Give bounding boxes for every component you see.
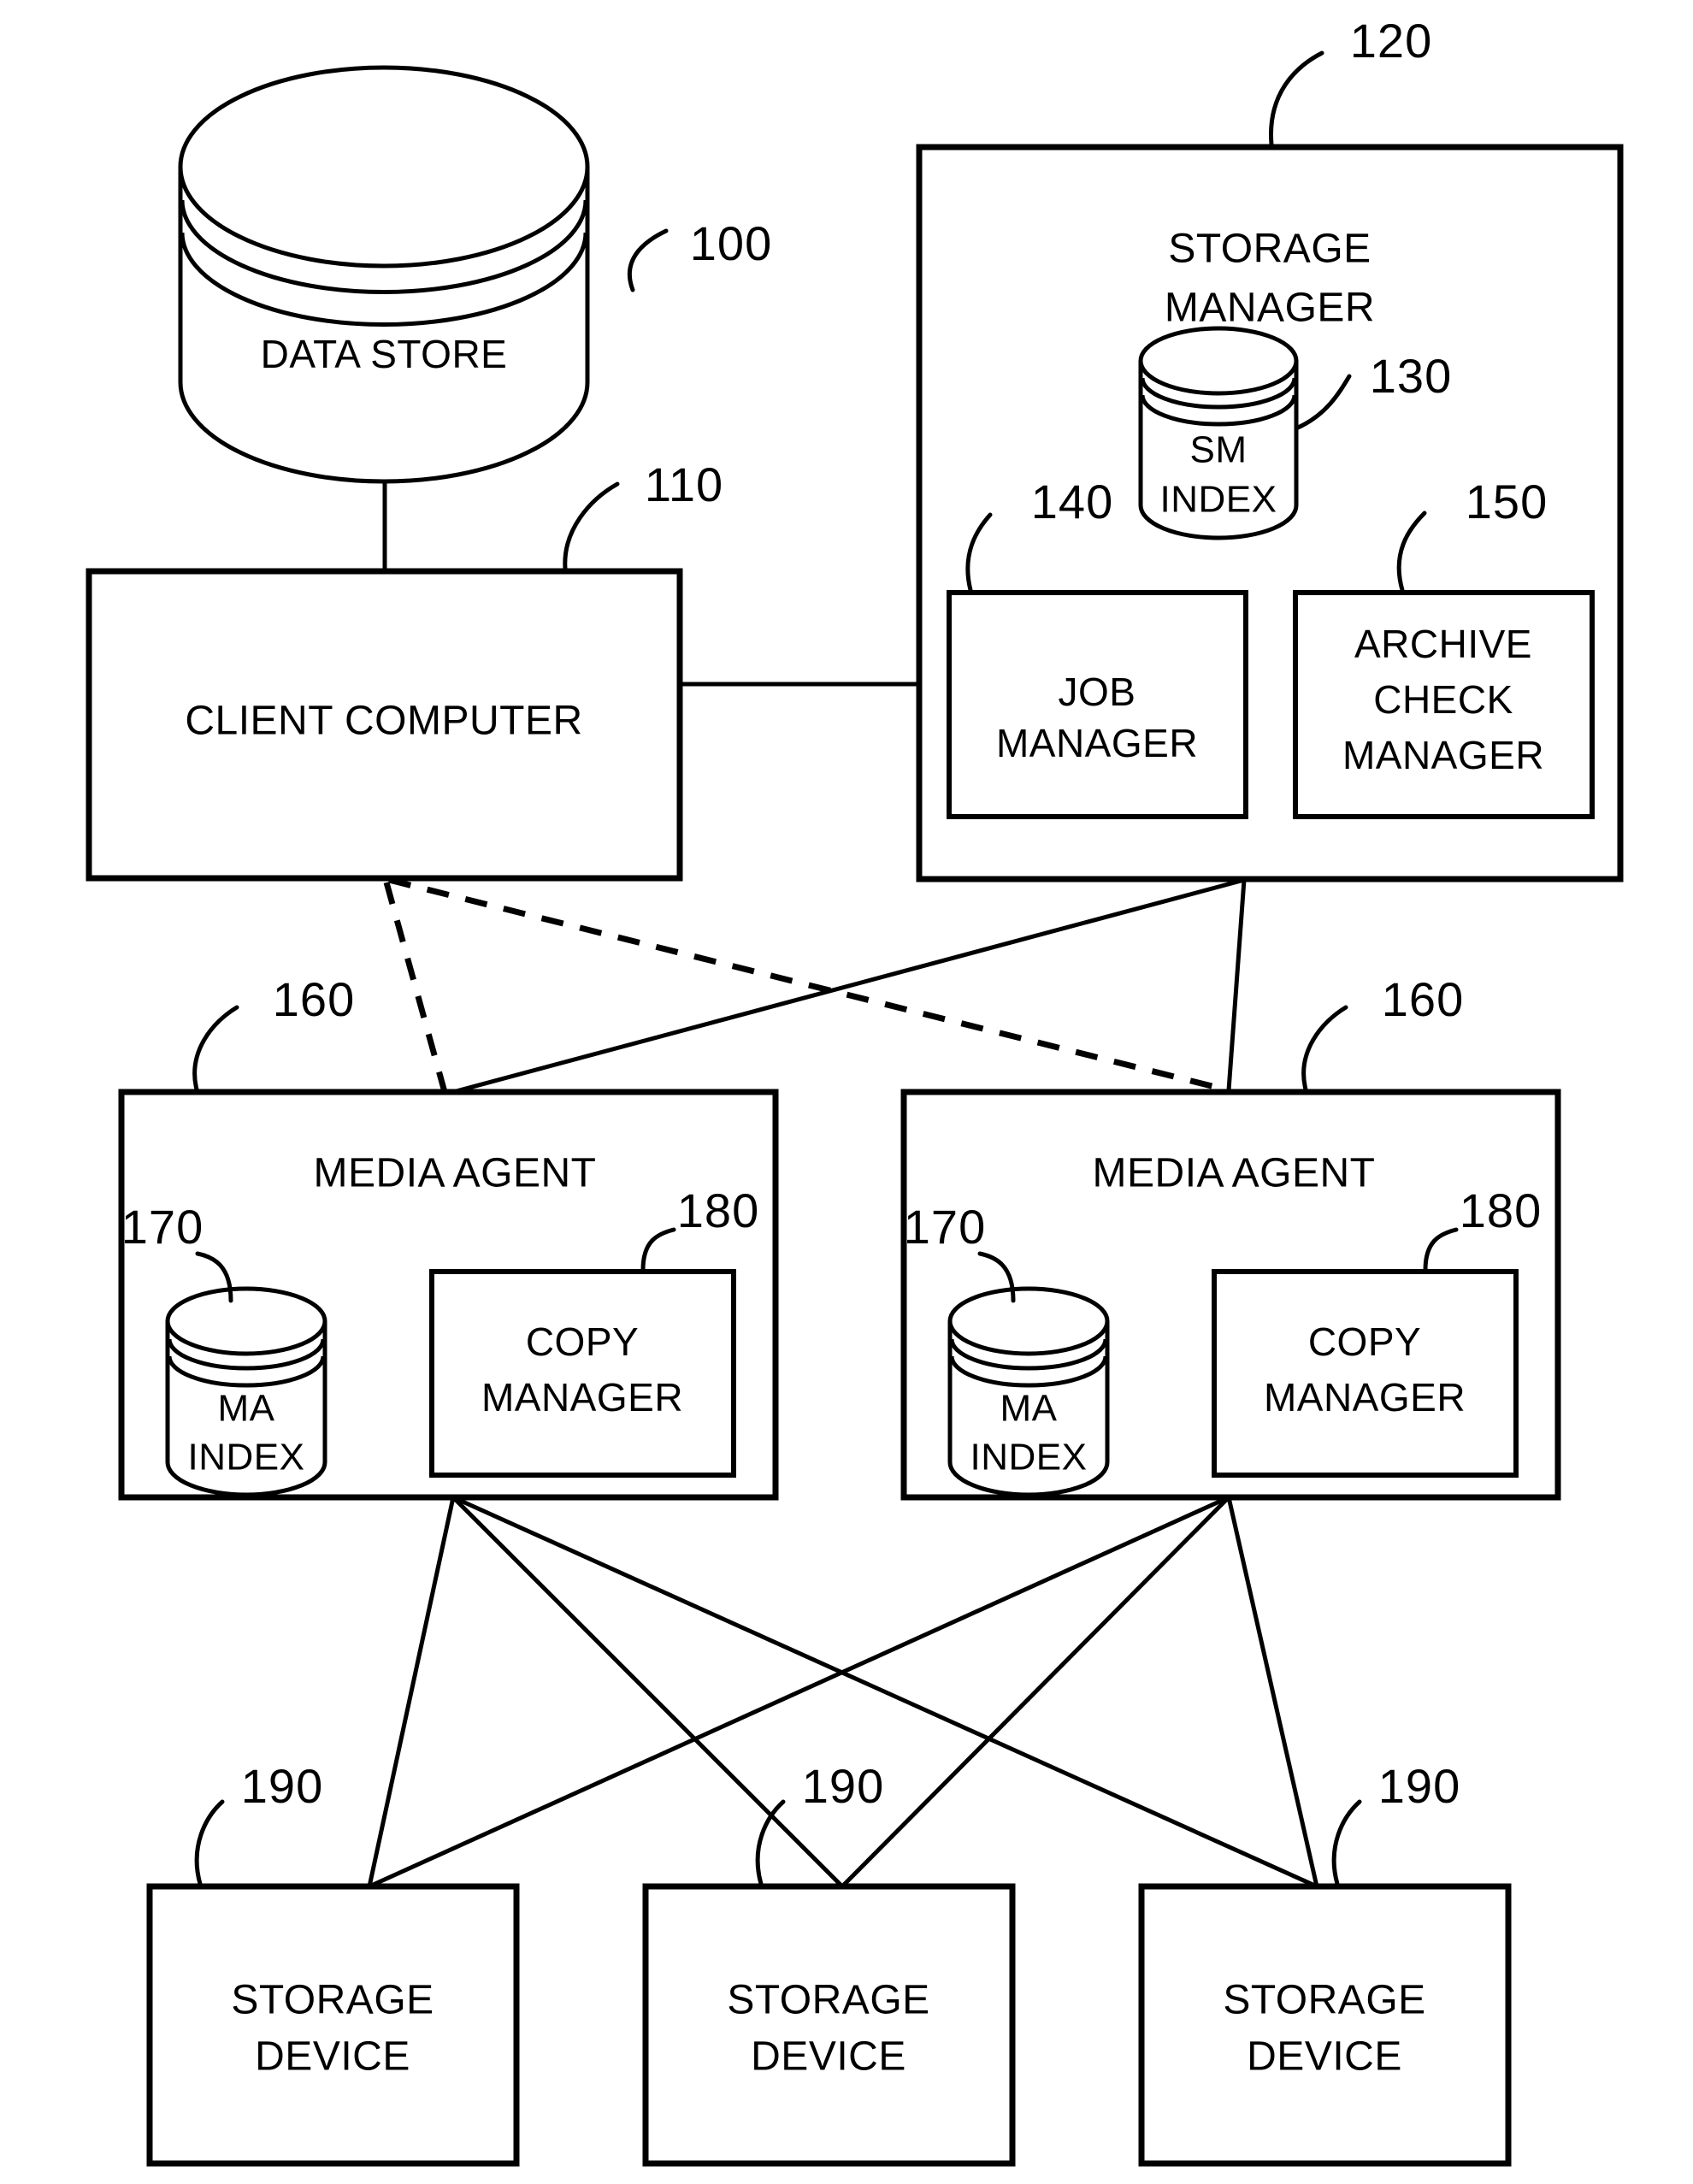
storage-device-3-label-line2: DEVICE xyxy=(1247,2034,1402,2080)
storage-device-2-label-line1: STORAGE xyxy=(727,1978,929,2023)
ref-number-190-1: 190 xyxy=(241,1759,323,1813)
storage-device-1-label-line2: DEVICE xyxy=(255,2034,410,2080)
node-copy-manager-left[interactable]: COPY MANAGER xyxy=(429,1269,736,1478)
data-store-label: DATA STORE xyxy=(261,332,508,376)
ref-number-170-right: 170 xyxy=(904,1200,986,1254)
node-data-store[interactable]: DATA STORE xyxy=(178,65,590,484)
sm-index-label-line2: INDEX xyxy=(1160,479,1277,521)
ref-number-190-3: 190 xyxy=(1378,1759,1460,1813)
leader-100 xyxy=(627,228,669,292)
node-storage-device-1[interactable]: STORAGE DEVICE xyxy=(146,1883,520,2167)
node-job-manager[interactable]: JOB MANAGER xyxy=(947,590,1248,819)
ref-number-180-left: 180 xyxy=(677,1183,759,1237)
patent-figure: DATA STORE 100 CLIENT COMPUTER 110 STORA… xyxy=(86,14,1624,2167)
archive-check-manager-label-line1: ARCHIVE xyxy=(1354,622,1532,666)
leader-190-3 xyxy=(1331,1799,1362,1886)
leader-160-left xyxy=(192,1005,239,1092)
ref-number-170-left: 170 xyxy=(121,1200,204,1254)
ref-number-190-2: 190 xyxy=(802,1759,884,1813)
connector-client-mediaagent-right xyxy=(388,877,1230,1094)
leader-120 xyxy=(1269,50,1324,147)
connector-ma-left-sd2 xyxy=(451,1496,844,1888)
connector-storagemanager-mediaagent-left xyxy=(452,877,1245,1095)
node-sm-index[interactable]: SM INDEX xyxy=(1138,326,1299,540)
connector-ma-right-sd1 xyxy=(368,1495,1230,1889)
ma-index-right-label-line1: MA xyxy=(1000,1388,1058,1430)
node-copy-manager-right[interactable]: COPY MANAGER xyxy=(1212,1269,1519,1478)
archive-check-manager-label-line3: MANAGER xyxy=(1342,733,1544,777)
node-client-computer[interactable]: CLIENT COMPUTER xyxy=(86,568,683,882)
job-manager-label-line2: MANAGER xyxy=(996,721,1198,765)
ref-number-130: 130 xyxy=(1370,349,1452,403)
connector-client-mediaagent-left xyxy=(383,882,448,1093)
ref-number-140: 140 xyxy=(1031,475,1113,528)
ref-number-120: 120 xyxy=(1350,14,1432,68)
media-agent-left-label: MEDIA AGENT xyxy=(314,1151,597,1196)
sm-index-label-line1: SM xyxy=(1190,429,1248,471)
copy-manager-left-label-line2: MANAGER xyxy=(481,1375,683,1420)
ref-number-150: 150 xyxy=(1466,475,1548,528)
ref-number-180-right: 180 xyxy=(1460,1183,1542,1237)
client-computer-label: CLIENT COMPUTER xyxy=(185,699,582,744)
storage-device-3-label-line1: STORAGE xyxy=(1223,1978,1425,2023)
node-ma-index-left[interactable]: MA INDEX xyxy=(165,1286,327,1497)
copy-manager-right-label-line1: COPY xyxy=(1308,1319,1421,1364)
leader-110 xyxy=(563,481,620,571)
storage-device-1-label-line1: STORAGE xyxy=(231,1978,434,2023)
ma-index-right-label-line2: INDEX xyxy=(970,1437,1088,1479)
copy-manager-left-label-line1: COPY xyxy=(526,1319,639,1364)
media-agent-right-label: MEDIA AGENT xyxy=(1093,1151,1376,1196)
ref-number-160-right: 160 xyxy=(1382,972,1464,1026)
ref-number-160-left: 160 xyxy=(273,972,355,1026)
connector-ma-left-sd3 xyxy=(451,1495,1318,1889)
storage-device-2-label-line2: DEVICE xyxy=(751,2034,906,2080)
connector-ma-right-sd3 xyxy=(1226,1496,1319,1887)
job-manager-label-line1: JOB xyxy=(1059,670,1136,714)
leader-190-2 xyxy=(755,1799,786,1886)
ma-index-left-label-line2: INDEX xyxy=(188,1437,305,1479)
copy-manager-right-label-line2: MANAGER xyxy=(1264,1375,1466,1420)
connector-storagemanager-mediaagent-right xyxy=(1226,879,1247,1091)
node-storage-device-2[interactable]: STORAGE DEVICE xyxy=(642,1883,1016,2167)
node-storage-device-3[interactable]: STORAGE DEVICE xyxy=(1138,1883,1512,2167)
leader-190-1 xyxy=(194,1799,225,1886)
connector-ma-left-sd1 xyxy=(367,1496,456,1887)
node-archive-check-manager[interactable]: ARCHIVE CHECK MANAGER xyxy=(1293,590,1595,819)
ref-number-100: 100 xyxy=(690,216,772,270)
storage-manager-label-line1: STORAGE xyxy=(1168,227,1371,272)
ma-index-left-label-line1: MA xyxy=(218,1388,275,1430)
node-ma-index-right[interactable]: MA INDEX xyxy=(947,1286,1110,1497)
leader-160-right xyxy=(1301,1005,1348,1092)
archive-check-manager-label-line2: CHECK xyxy=(1373,677,1513,722)
connector-ma-right-sd2 xyxy=(841,1496,1230,1888)
patent-diagram-canvas: DATA STORE 100 CLIENT COMPUTER 110 STORA… xyxy=(0,0,1693,2184)
ref-number-110: 110 xyxy=(645,457,723,511)
storage-manager-label-line2: MANAGER xyxy=(1165,286,1375,331)
